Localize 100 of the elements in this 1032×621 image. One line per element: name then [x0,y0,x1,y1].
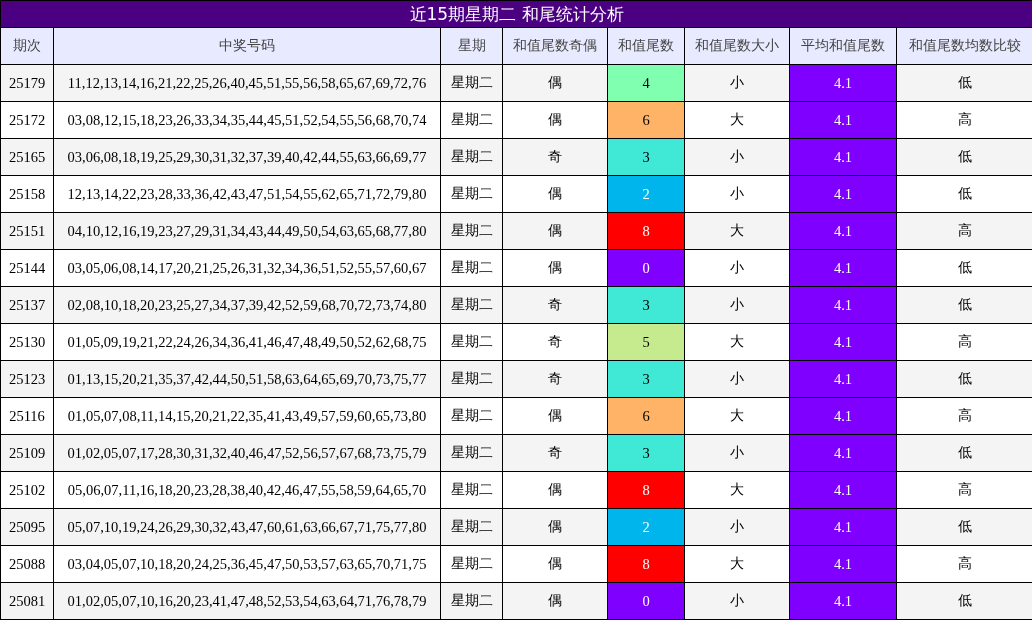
column-header: 星期 [440,27,503,65]
average-cell: 4.1 [789,397,897,435]
average-cell: 4.1 [789,323,897,361]
parity-cell: 偶 [502,212,608,250]
parity-cell: 偶 [502,101,608,139]
parity-cell: 偶 [502,471,608,509]
parity-cell: 偶 [502,397,608,435]
parity-cell: 奇 [502,360,608,398]
weekday-cell: 星期二 [440,471,503,509]
weekday-cell: 星期二 [440,323,503,361]
numbers-cell: 03,04,05,07,10,18,20,24,25,36,45,47,50,53,57,63,65,70,71,75 [53,545,441,583]
weekday-cell: 星期二 [440,508,503,546]
size-cell: 小 [684,434,790,472]
tail-cell: 8 [607,545,685,583]
numbers-cell: 03,05,06,08,14,17,20,21,25,26,31,32,34,36,51,52,55,57,60,67 [53,249,441,287]
tail-cell: 0 [607,582,685,620]
weekday-cell: 星期二 [440,360,503,398]
tail-cell: 2 [607,508,685,546]
weekday-cell: 星期二 [440,286,503,324]
size-cell: 小 [684,582,790,620]
weekday-cell: 星期二 [440,582,503,620]
size-cell: 大 [684,101,790,139]
average-cell: 4.1 [789,138,897,176]
numbers-cell: 05,06,07,11,16,18,20,23,28,38,40,42,46,47,55,58,59,64,65,70 [53,471,441,509]
column-header: 中奖号码 [53,27,441,65]
parity-cell: 偶 [502,249,608,287]
tail-cell: 2 [607,175,685,213]
weekday-cell: 星期二 [440,212,503,250]
tail-cell: 3 [607,434,685,472]
numbers-cell: 01,02,05,07,17,28,30,31,32,40,46,47,52,56,57,67,68,73,75,79 [53,434,441,472]
tail-cell: 8 [607,212,685,250]
average-cell: 4.1 [789,471,897,509]
period-cell: 25137 [0,286,54,324]
tail-cell: 3 [607,360,685,398]
size-cell: 大 [684,471,790,509]
parity-cell: 奇 [502,323,608,361]
average-cell: 4.1 [789,360,897,398]
period-cell: 25151 [0,212,54,250]
parity-cell: 奇 [502,138,608,176]
parity-cell: 偶 [502,175,608,213]
parity-cell: 偶 [502,582,608,620]
size-cell: 小 [684,508,790,546]
numbers-cell: 03,06,08,18,19,25,29,30,31,32,37,39,40,42,44,55,63,66,69,77 [53,138,441,176]
parity-cell: 偶 [502,508,608,546]
period-cell: 25109 [0,434,54,472]
average-cell: 4.1 [789,508,897,546]
numbers-cell: 04,10,12,16,19,23,27,29,31,34,43,44,49,50,54,63,65,68,77,80 [53,212,441,250]
average-cell: 4.1 [789,286,897,324]
weekday-cell: 星期二 [440,397,503,435]
period-cell: 25088 [0,545,54,583]
period-cell: 25172 [0,101,54,139]
size-cell: 大 [684,397,790,435]
column-header: 和值尾数 [607,27,685,65]
average-cell: 4.1 [789,434,897,472]
column-header: 和值尾数大小 [684,27,790,65]
period-cell: 25102 [0,471,54,509]
weekday-cell: 星期二 [440,64,503,102]
size-cell: 大 [684,323,790,361]
weekday-cell: 星期二 [440,138,503,176]
weekday-cell: 星期二 [440,249,503,287]
average-cell: 4.1 [789,249,897,287]
weekday-cell: 星期二 [440,101,503,139]
weekday-cell: 星期二 [440,434,503,472]
period-cell: 25144 [0,249,54,287]
period-cell: 25123 [0,360,54,398]
numbers-cell: 01,05,09,19,21,22,24,26,34,36,41,46,47,48,49,50,52,62,68,75 [53,323,441,361]
period-cell: 25081 [0,582,54,620]
numbers-cell: 12,13,14,22,23,28,33,36,42,43,47,51,54,55,62,65,71,72,79,80 [53,175,441,213]
parity-cell: 奇 [502,286,608,324]
column-header: 期次 [0,27,54,65]
period-cell: 25095 [0,508,54,546]
size-cell: 大 [684,212,790,250]
average-cell: 4.1 [789,175,897,213]
tail-cell: 3 [607,138,685,176]
tail-cell: 3 [607,286,685,324]
tail-cell: 4 [607,64,685,102]
period-cell: 25179 [0,64,54,102]
weekday-cell: 星期二 [440,175,503,213]
size-cell: 小 [684,286,790,324]
tail-cell: 6 [607,101,685,139]
size-cell: 小 [684,138,790,176]
tail-cell: 0 [607,249,685,287]
size-cell: 小 [684,249,790,287]
numbers-cell: 01,02,05,07,10,16,20,23,41,47,48,52,53,54,63,64,71,76,78,79 [53,582,441,620]
period-cell: 25130 [0,323,54,361]
numbers-cell: 01,13,15,20,21,35,37,42,44,50,51,58,63,64,65,69,70,73,75,77 [53,360,441,398]
size-cell: 大 [684,545,790,583]
parity-cell: 偶 [502,545,608,583]
average-cell: 4.1 [789,582,897,620]
column-header: 和值尾数均数比较 [896,27,1032,65]
average-cell: 4.1 [789,101,897,139]
tail-cell: 5 [607,323,685,361]
parity-cell: 偶 [502,64,608,102]
tail-cell: 6 [607,397,685,435]
average-cell: 4.1 [789,545,897,583]
weekday-cell: 星期二 [440,545,503,583]
numbers-cell: 02,08,10,18,20,23,25,27,34,37,39,42,52,59,68,70,72,73,74,80 [53,286,441,324]
average-cell: 4.1 [789,212,897,250]
size-cell: 小 [684,175,790,213]
period-cell: 25158 [0,175,54,213]
